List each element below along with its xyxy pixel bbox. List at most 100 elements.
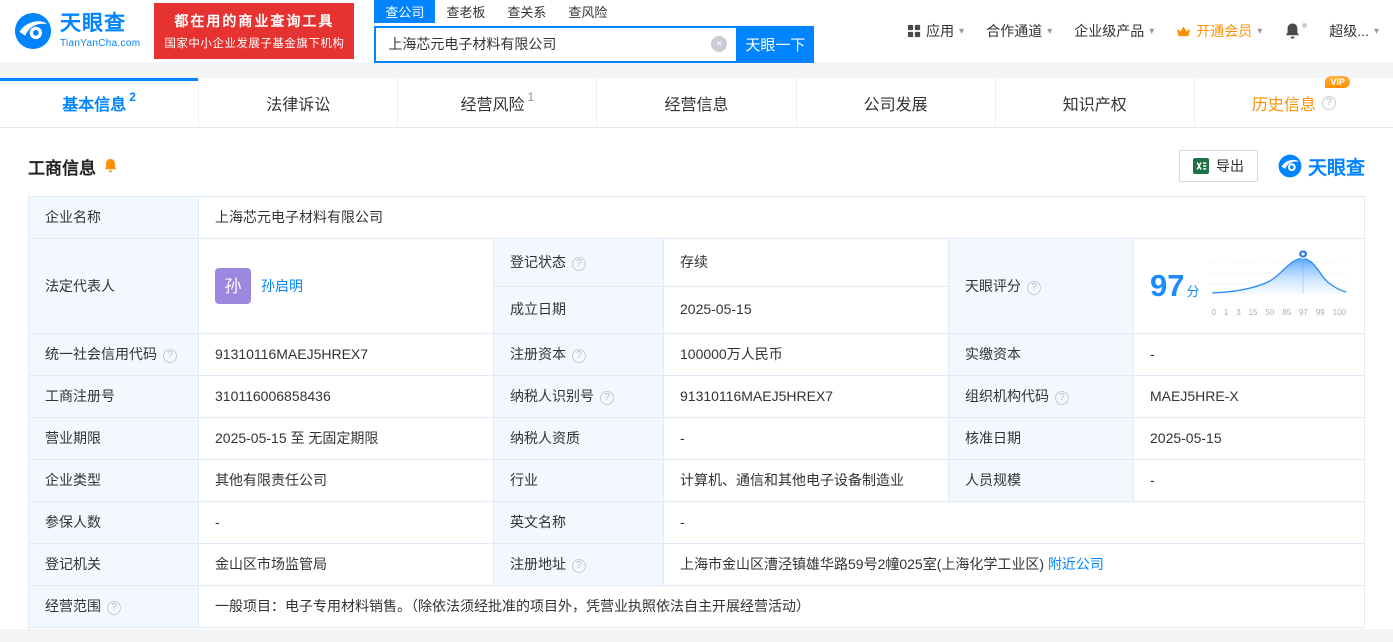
help-icon[interactable]: ? — [163, 349, 177, 363]
tab-intellectual-property[interactable]: 知识产权 — [996, 78, 1195, 127]
help-icon[interactable]: ? — [572, 349, 586, 363]
field-label: 人员规模 — [948, 459, 1134, 502]
nav-vip-label: 开通会员 — [1196, 23, 1253, 39]
nav-enterprise-label: 企业级产品 — [1074, 23, 1145, 39]
field-label: 纳税人识别号? — [493, 375, 664, 418]
promo-line-1: 都在用的商业查询工具 — [174, 13, 335, 29]
field-label: 实缴资本 — [948, 333, 1134, 376]
table-row: 工商注册号 310116006858436 纳税人识别号? 91310116MA… — [28, 375, 1365, 418]
help-icon[interactable]: ? — [1321, 95, 1336, 110]
search-area: 查公司 查老板 查关系 查风险 × 天眼一下 — [374, 0, 815, 63]
legal-rep-avatar[interactable]: 孙 — [215, 268, 251, 304]
reg-status-value: 存续 — [663, 238, 949, 287]
approval-date-value: 2025-05-15 — [1133, 417, 1365, 460]
field-label: 纳税人资质 — [493, 417, 664, 460]
score-curve-chart: 0 1 3 15 50 85 97 99 100 — [1209, 249, 1348, 323]
help-icon[interactable]: ? — [107, 601, 121, 615]
company-name-value: 上海芯元电子材料有限公司 — [198, 196, 1365, 239]
section-head: 工商信息 导出 天眼查 — [28, 150, 1365, 182]
search-button[interactable]: 天眼一下 — [736, 25, 815, 63]
score-axis-tick: 100 — [1332, 308, 1346, 317]
tab-count-badge: 1 — [527, 89, 535, 104]
paid-capital-value: - — [1133, 333, 1365, 376]
tab-business-risk[interactable]: 经营风险 1 — [398, 78, 598, 127]
field-label: 行业 — [493, 459, 664, 502]
nav-enterprise[interactable]: 企业级产品 ▾ — [1074, 21, 1154, 41]
chevron-down-icon: ▾ — [1047, 25, 1053, 37]
chevron-down-icon: ▾ — [959, 25, 965, 37]
tab-company-development[interactable]: 公司发展 — [797, 78, 996, 127]
nav-super-vip[interactable]: 超级... ▾ — [1329, 21, 1379, 41]
field-label: 登记机关 — [28, 543, 199, 586]
reg-capital-value: 100000万人民币 — [663, 333, 949, 376]
header-divider-strip — [0, 62, 1393, 78]
table-row: 经营范围? 一般项目：电子专用材料销售。（除依法须经批准的项目外，凭营业执照依法… — [28, 585, 1365, 628]
table-row: 参保人数 - 英文名称 - — [28, 501, 1365, 544]
tab-label: 历史信息 — [1251, 96, 1316, 114]
field-label: 企业类型 — [28, 459, 199, 502]
brand-watermark: 天眼查 — [1278, 153, 1365, 180]
logo-name: 天眼查 — [60, 12, 126, 36]
business-term-value: 2025-05-15 至 无固定期限 — [198, 417, 494, 460]
industry-value: 计算机、通信和其他电子设备制造业 — [663, 459, 949, 502]
field-label: 统一社会信用代码? — [28, 333, 199, 376]
nav-apps-label: 应用 — [926, 23, 955, 39]
tab-label: 经营信息 — [664, 96, 729, 114]
table-row: 营业期限 2025-05-15 至 无固定期限 纳税人资质 - 核准日期 202… — [28, 417, 1365, 460]
nav-super-vip-label: 超级... — [1329, 23, 1369, 39]
help-icon[interactable]: ? — [600, 391, 614, 405]
reg-address-cell: 上海市金山区漕泾镇雄华路59号2幢025室(上海化学工业区) 附近公司 — [663, 543, 1365, 586]
tab-business-info[interactable]: 经营信息 — [597, 78, 797, 127]
nav-cooperation-label: 合作通道 — [986, 23, 1043, 39]
score-axis-tick: 0 — [1211, 308, 1216, 317]
score-axis-tick: 15 — [1248, 308, 1258, 317]
establish-date-value: 2025-05-15 — [663, 285, 949, 334]
search-tab-relation[interactable]: 查关系 — [496, 0, 557, 23]
nav-cooperation[interactable]: 合作通道 ▾ — [986, 21, 1052, 41]
tianyan-score-cell: 97 分 0 1 3 15 50 85 97 99 100 — [1133, 238, 1365, 334]
tab-label: 基本信息 — [62, 96, 127, 114]
field-label: 参保人数 — [28, 501, 199, 544]
export-label: 导出 — [1215, 158, 1244, 174]
legal-rep-link[interactable]: 孙启明 — [261, 276, 303, 297]
field-label: 注册资本? — [493, 333, 664, 376]
table-row: 登记机关 金山区市场监管局 注册地址? 上海市金山区漕泾镇雄华路59号2幢025… — [28, 543, 1365, 586]
field-label: 天眼评分? — [948, 238, 1134, 334]
search-input[interactable] — [374, 25, 737, 63]
help-icon[interactable]: ? — [572, 559, 586, 573]
tianyancha-logo[interactable]: 天眼查 TianYanCha.com — [14, 12, 140, 50]
score-axis-tick: 85 — [1282, 308, 1292, 317]
vip-badge: VIP — [1325, 75, 1350, 88]
header-nav: 应用 ▾ 合作通道 ▾ 企业级产品 ▾ 开通会员 ▾ 超级... ▾ — [907, 21, 1379, 41]
notification-dot — [1302, 22, 1308, 28]
export-button[interactable]: 导出 — [1178, 150, 1258, 182]
nearby-companies-link[interactable]: 附近公司 — [1048, 556, 1104, 572]
tab-label: 法律诉讼 — [266, 96, 331, 114]
nav-notifications[interactable] — [1284, 22, 1308, 40]
tab-count-badge: 2 — [129, 89, 136, 104]
credit-code-value: 91310116MAEJ5HREX7 — [198, 333, 494, 376]
field-label: 英文名称 — [493, 501, 664, 544]
monitor-bell-icon[interactable] — [103, 158, 118, 174]
field-label: 成立日期 — [493, 285, 664, 334]
company-type-value: 其他有限责任公司 — [198, 459, 494, 502]
excel-icon — [1192, 158, 1209, 174]
insured-count-value: - — [198, 501, 494, 544]
org-code-value: MAEJ5HRE-X — [1133, 375, 1365, 418]
staff-size-value: - — [1133, 459, 1365, 502]
field-label: 登记状态? — [493, 238, 664, 287]
clear-search-icon[interactable]: × — [711, 36, 728, 52]
tab-legal-proceedings[interactable]: 法律诉讼 — [199, 78, 399, 127]
help-icon[interactable]: ? — [572, 256, 586, 271]
score-axis-tick: 50 — [1265, 308, 1275, 317]
tab-label: 经营风险 — [460, 96, 525, 114]
help-icon[interactable]: ? — [1055, 391, 1069, 405]
tab-history-info[interactable]: 历史信息 ? VIP — [1195, 75, 1393, 127]
search-tab-boss[interactable]: 查老板 — [435, 0, 496, 23]
nav-apps[interactable]: 应用 ▾ — [907, 21, 964, 41]
tab-basic-info[interactable]: 基本信息 2 — [0, 78, 200, 127]
nav-open-vip[interactable]: 开通会员 ▾ — [1176, 21, 1262, 41]
search-tab-risk[interactable]: 查风险 — [557, 0, 618, 23]
help-icon[interactable]: ? — [1027, 280, 1041, 295]
search-tab-company[interactable]: 查公司 — [374, 0, 436, 23]
